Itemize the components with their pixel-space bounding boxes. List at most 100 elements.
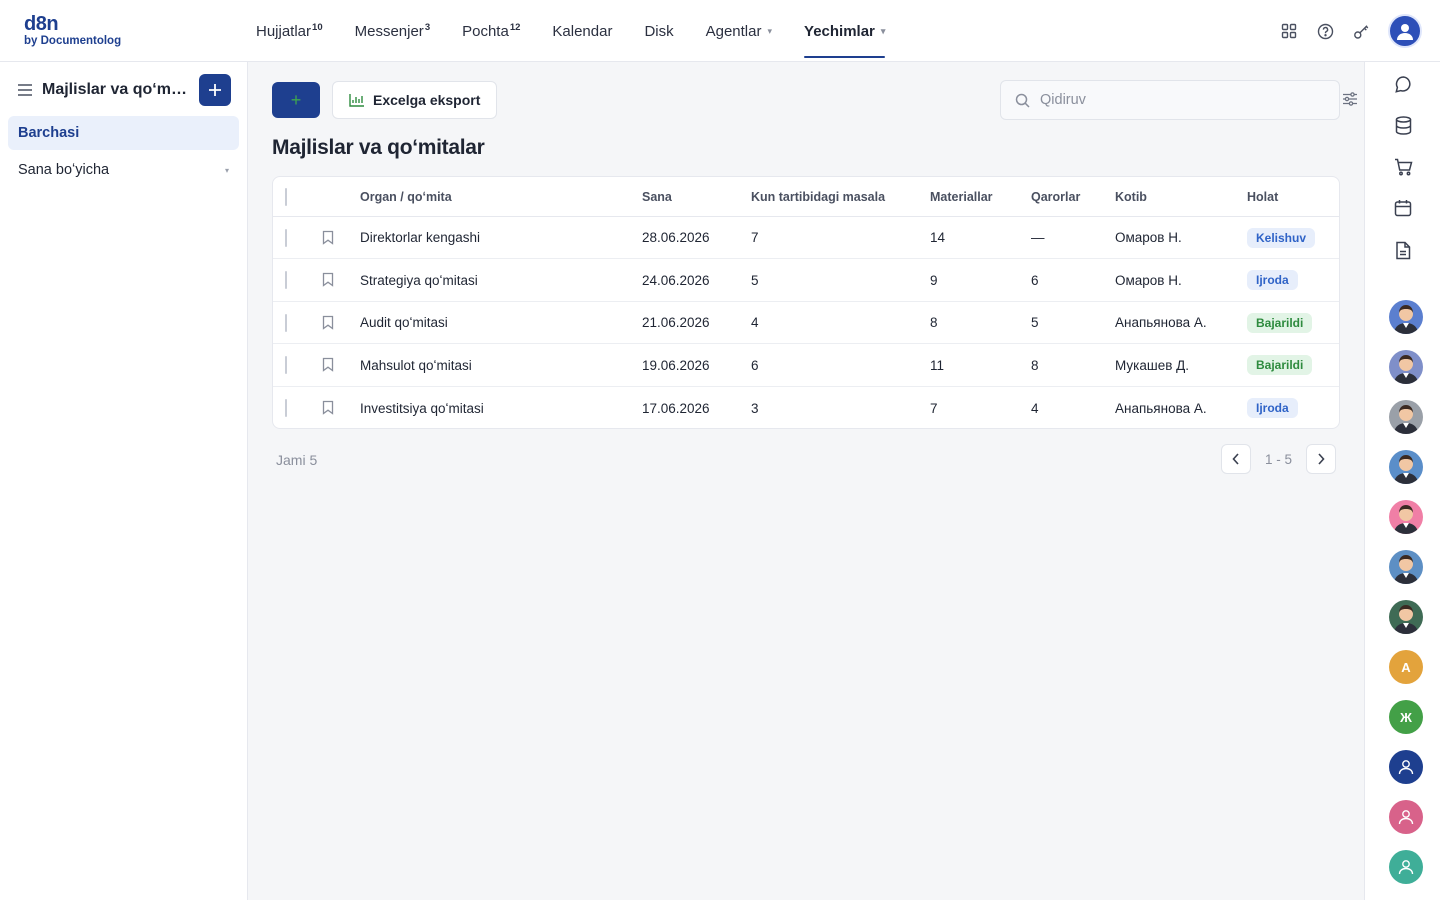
nav-count-badge: 10	[312, 21, 323, 33]
bookmark-icon[interactable]	[322, 315, 336, 331]
bookmark-icon[interactable]	[322, 357, 336, 373]
search-icon	[1015, 93, 1030, 108]
help-circle-icon[interactable]	[1316, 22, 1334, 40]
sidebar-title: Majlislar va qoʻmitalar	[42, 81, 187, 98]
nav-item-label: Kalendar	[552, 22, 613, 40]
sidebar-item-label: Sana boʻyicha	[18, 162, 110, 178]
sidebar-header: Majlislar va qoʻmitalar	[16, 74, 232, 106]
cell-materials: 11	[930, 357, 945, 373]
contact-avatar-photo[interactable]	[1389, 450, 1423, 484]
drag-handle[interactable]	[285, 271, 287, 290]
cell-materials: 14	[930, 230, 946, 245]
drag-handle[interactable]	[285, 399, 287, 418]
sidebar-add-button[interactable]	[199, 74, 231, 106]
filter-settings-icon[interactable]	[1342, 91, 1358, 107]
hamburger-menu-icon[interactable]	[16, 81, 34, 99]
status-badge: Ijroda	[1247, 398, 1298, 419]
document-icon[interactable]	[1393, 240, 1413, 260]
column-header-date[interactable]: Sana	[642, 190, 672, 204]
contact-avatar-photo[interactable]	[1389, 350, 1423, 384]
contact-avatar-photo[interactable]	[1389, 300, 1423, 334]
column-header-decisions[interactable]: Qarorlar	[1031, 190, 1080, 204]
contact-avatar-photo[interactable]	[1389, 550, 1423, 584]
status-badge: Kelishuv	[1247, 227, 1316, 248]
page-range: 1 - 5	[1264, 451, 1292, 467]
main-content: + Excelga eksport Majlislar va qoʻmitala…	[248, 62, 1364, 900]
cell-secretary: Анапьянова А.	[1115, 400, 1207, 416]
status-badge: Bajarildi	[1247, 355, 1313, 376]
pagination: 1 - 5	[1221, 444, 1336, 474]
database-icon[interactable]	[1393, 115, 1413, 135]
table-row[interactable]: Audit qoʻmitasi 21.06.2026 4 8 5 Анапьянова А…	[273, 302, 1339, 345]
nav-item-hujjatlar[interactable]: Hujjatlar 10	[256, 0, 323, 62]
cell-agenda: 7	[751, 230, 759, 245]
column-header-materials[interactable]: Materiallar	[930, 190, 993, 204]
bookmark-icon[interactable]	[322, 230, 336, 246]
contact-avatar-user-icon[interactable]	[1389, 750, 1423, 784]
column-header-agenda[interactable]: Kun tartibidagi masala	[751, 190, 885, 204]
contact-avatar-user-icon[interactable]	[1389, 850, 1423, 884]
table-row[interactable]: Direktorlar kengashi 28.06.2026 7 14 — Омаров…	[273, 217, 1339, 259]
contact-avatar-user-icon[interactable]	[1389, 800, 1423, 834]
drag-handle	[285, 187, 287, 206]
cell-organ: Mahsulot qoʻmitasi	[360, 357, 472, 373]
next-page-button[interactable]	[1306, 444, 1336, 474]
contact-avatar-letter[interactable]: A	[1389, 650, 1423, 684]
nav-item-yechimlar[interactable]: Yechimlar ▾	[804, 0, 886, 62]
apps-grid-icon[interactable]	[1280, 22, 1298, 40]
drag-handle[interactable]	[285, 228, 287, 247]
bookmark-icon[interactable]	[322, 272, 336, 288]
contact-avatar-photo[interactable]	[1389, 500, 1423, 534]
nav-item-disk[interactable]: Disk	[644, 0, 673, 62]
sidebar: Majlislar va qoʻmitalar Barchasi Sana bo…	[0, 62, 248, 900]
nav-item-pochta[interactable]: Pochta 12	[462, 0, 520, 62]
chat-icon[interactable]	[1393, 74, 1413, 94]
table-row[interactable]: Investitsiya qoʻmitasi 17.06.2026 3 7 4 Анапь…	[273, 387, 1339, 428]
calendar-icon[interactable]	[1393, 198, 1413, 218]
bookmark-icon[interactable]	[322, 400, 336, 416]
nav-item-label: Yechimlar	[804, 22, 875, 40]
column-header-secretary[interactable]: Kotib	[1115, 190, 1147, 204]
key-icon[interactable]	[1352, 22, 1370, 40]
column-header-status[interactable]: Holat	[1247, 190, 1278, 204]
cell-organ: Investitsiya qoʻmitasi	[360, 400, 484, 416]
table-row[interactable]: Mahsulot qoʻmitasi 19.06.2026 6 11 8 Мукашев …	[273, 345, 1339, 387]
drag-handle[interactable]	[285, 313, 287, 332]
column-header-organ[interactable]: Organ / qoʻmita	[360, 190, 452, 204]
nav-item-kalendar[interactable]: Kalendar	[552, 0, 612, 62]
cell-date: 28.06.2026	[642, 230, 710, 245]
cell-decisions: 5	[1031, 315, 1039, 331]
nav-item-label: Messenjer	[354, 22, 424, 40]
avatar-initial: Ж	[1400, 709, 1412, 725]
excel-export-button[interactable]: Excelga eksport	[332, 81, 498, 119]
nav-count-badge: 12	[509, 21, 521, 33]
nav-item-messenjer[interactable]: Messenjer 3	[355, 0, 431, 62]
table-row[interactable]: Strategiya qoʻmitasi 24.06.2026 5 9 6 Омаров …	[273, 260, 1339, 302]
drag-handle[interactable]	[285, 356, 287, 375]
nav-item-label: Pochta	[462, 22, 509, 40]
search-input[interactable]	[1040, 92, 1320, 108]
page-title: Majlislar va qoʻmitalar	[272, 136, 485, 159]
sidebar-item-sana-boyicha[interactable]: Sana boʻyicha ▾	[8, 153, 239, 187]
cell-agenda: 4	[751, 315, 759, 331]
nav-item-agentlar[interactable]: Agentlar ▾	[706, 0, 772, 62]
cell-decisions: 6	[1031, 272, 1039, 288]
contact-avatar-letter[interactable]: Ж	[1389, 700, 1423, 734]
cell-decisions: —	[1031, 230, 1045, 245]
chevron-down-icon: ▾	[767, 25, 773, 36]
table-header-row: Organ / qoʻmita Sana Kun tartibidagi mas…	[273, 177, 1339, 217]
sidebar-item-barchasi[interactable]: Barchasi	[8, 116, 239, 150]
cart-icon[interactable]	[1393, 157, 1413, 177]
cell-secretary: Анапьянова А.	[1115, 315, 1207, 331]
logo[interactable]: d8n by Documentolog	[24, 14, 121, 48]
contact-avatar-photo[interactable]	[1389, 600, 1423, 634]
nav-item-label: Agentlar	[705, 22, 762, 40]
user-avatar[interactable]	[1388, 14, 1422, 48]
cell-agenda: 6	[751, 357, 759, 373]
contact-avatar-photo[interactable]	[1389, 400, 1423, 434]
cell-materials: 8	[930, 315, 938, 331]
prev-page-button[interactable]	[1221, 444, 1251, 474]
add-button[interactable]: +	[272, 82, 320, 118]
cell-agenda: 5	[751, 272, 759, 288]
search-box	[1000, 80, 1340, 120]
